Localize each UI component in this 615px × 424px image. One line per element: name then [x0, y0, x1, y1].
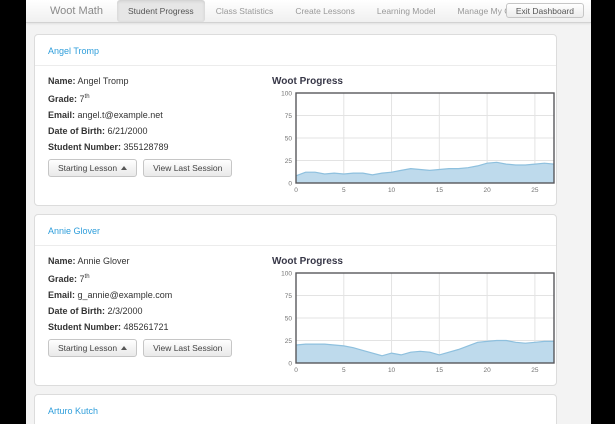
progress-area-chart: 0 25 50 75 100 0 5 10 15 20 25: [281, 91, 555, 194]
top-navbar: Woot Math Student Progress Class Statist…: [26, 0, 591, 23]
student-number-row: Student Number: 485261721: [48, 322, 169, 332]
email-row: Email: g_annie@example.com: [48, 290, 173, 300]
woot-progress-chart: Woot Progress 0 25 50 75 100 0 5 10 15 20 25: [272, 76, 560, 195]
svg-text:0: 0: [294, 367, 298, 374]
svg-text:20: 20: [483, 187, 491, 194]
tab-class-statistics[interactable]: Class Statistics: [205, 0, 285, 22]
student-card-header: Arturo Kutch: [35, 395, 556, 424]
svg-text:5: 5: [342, 187, 346, 194]
student-card-header: Annie Glover: [35, 215, 556, 246]
svg-text:25: 25: [531, 187, 539, 194]
student-card-body: Name: Angel Tromp Grade: 7th Email: ange…: [35, 66, 556, 205]
exit-dashboard-button[interactable]: Exit Dashboard: [505, 3, 584, 18]
svg-text:75: 75: [285, 293, 293, 300]
starting-lesson-button[interactable]: Starting Lesson: [48, 159, 138, 177]
app-viewport: Woot Math Student Progress Class Statist…: [26, 0, 591, 424]
svg-text:75: 75: [285, 113, 293, 120]
svg-text:100: 100: [281, 271, 292, 278]
svg-text:5: 5: [342, 367, 346, 374]
starting-lesson-button[interactable]: Starting Lesson: [48, 339, 138, 357]
caret-up-icon: [121, 166, 128, 170]
student-card: Angel Tromp Name: Angel Tromp Grade: 7th…: [34, 34, 557, 206]
svg-text:25: 25: [285, 158, 293, 165]
student-name-link[interactable]: Arturo Kutch: [48, 406, 98, 416]
woot-progress-chart: Woot Progress 0 25 50 75 100 0 5 10 15 20 25: [272, 256, 560, 375]
brand-woot-math: Woot Math: [50, 5, 103, 17]
student-card-body: Name: Annie Glover Grade: 7th Email: g_a…: [35, 246, 556, 385]
svg-text:15: 15: [436, 187, 444, 194]
dob-row: Date of Birth: 2/3/2000: [48, 306, 143, 316]
grade-row: Grade: 7th: [48, 94, 90, 104]
tab-create-lessons[interactable]: Create Lessons: [284, 0, 366, 22]
dob-row: Date of Birth: 6/21/2000: [48, 126, 148, 136]
grade-row: Grade: 7th: [48, 274, 90, 284]
student-number-row: Student Number: 355128789: [48, 142, 169, 152]
svg-text:0: 0: [294, 187, 298, 194]
svg-text:100: 100: [281, 91, 292, 98]
name-row: Name: Annie Glover: [48, 256, 130, 266]
tab-student-progress[interactable]: Student Progress: [117, 0, 205, 22]
nav-tabs: Student Progress Class Statistics Create…: [117, 0, 537, 22]
tab-learning-model[interactable]: Learning Model: [366, 0, 447, 22]
student-details: Name: Angel Tromp Grade: 7th Email: ange…: [48, 76, 272, 195]
name-row: Name: Angel Tromp: [48, 76, 129, 86]
chart-title: Woot Progress: [272, 76, 343, 87]
email-row: Email: angel.t@example.net: [48, 110, 163, 120]
student-name-link[interactable]: Angel Tromp: [48, 46, 99, 56]
card-actions: Starting Lesson View Last Session: [48, 339, 272, 357]
student-details: Name: Annie Glover Grade: 7th Email: g_a…: [48, 256, 272, 375]
student-card-header: Angel Tromp: [35, 35, 556, 66]
chart-title: Woot Progress: [272, 256, 343, 267]
student-list: Angel Tromp Name: Angel Tromp Grade: 7th…: [26, 23, 591, 424]
student-name-link[interactable]: Annie Glover: [48, 226, 100, 236]
svg-text:20: 20: [483, 367, 491, 374]
svg-text:0: 0: [288, 181, 292, 188]
student-card: Annie Glover Name: Annie Glover Grade: 7…: [34, 214, 557, 386]
caret-up-icon: [121, 346, 128, 350]
view-last-session-button[interactable]: View Last Session: [143, 339, 233, 357]
svg-text:10: 10: [388, 367, 396, 374]
svg-text:25: 25: [285, 338, 293, 345]
svg-text:50: 50: [285, 316, 293, 323]
view-last-session-button[interactable]: View Last Session: [143, 159, 233, 177]
svg-text:0: 0: [288, 361, 292, 368]
svg-text:25: 25: [531, 367, 539, 374]
student-card: Arturo Kutch Name: Arturo Kutch Grade: 7…: [34, 394, 557, 424]
svg-text:10: 10: [388, 187, 396, 194]
progress-area-chart: 0 25 50 75 100 0 5 10 15 20 25: [281, 271, 555, 374]
card-actions: Starting Lesson View Last Session: [48, 159, 272, 177]
svg-text:50: 50: [285, 136, 293, 143]
svg-text:15: 15: [436, 367, 444, 374]
